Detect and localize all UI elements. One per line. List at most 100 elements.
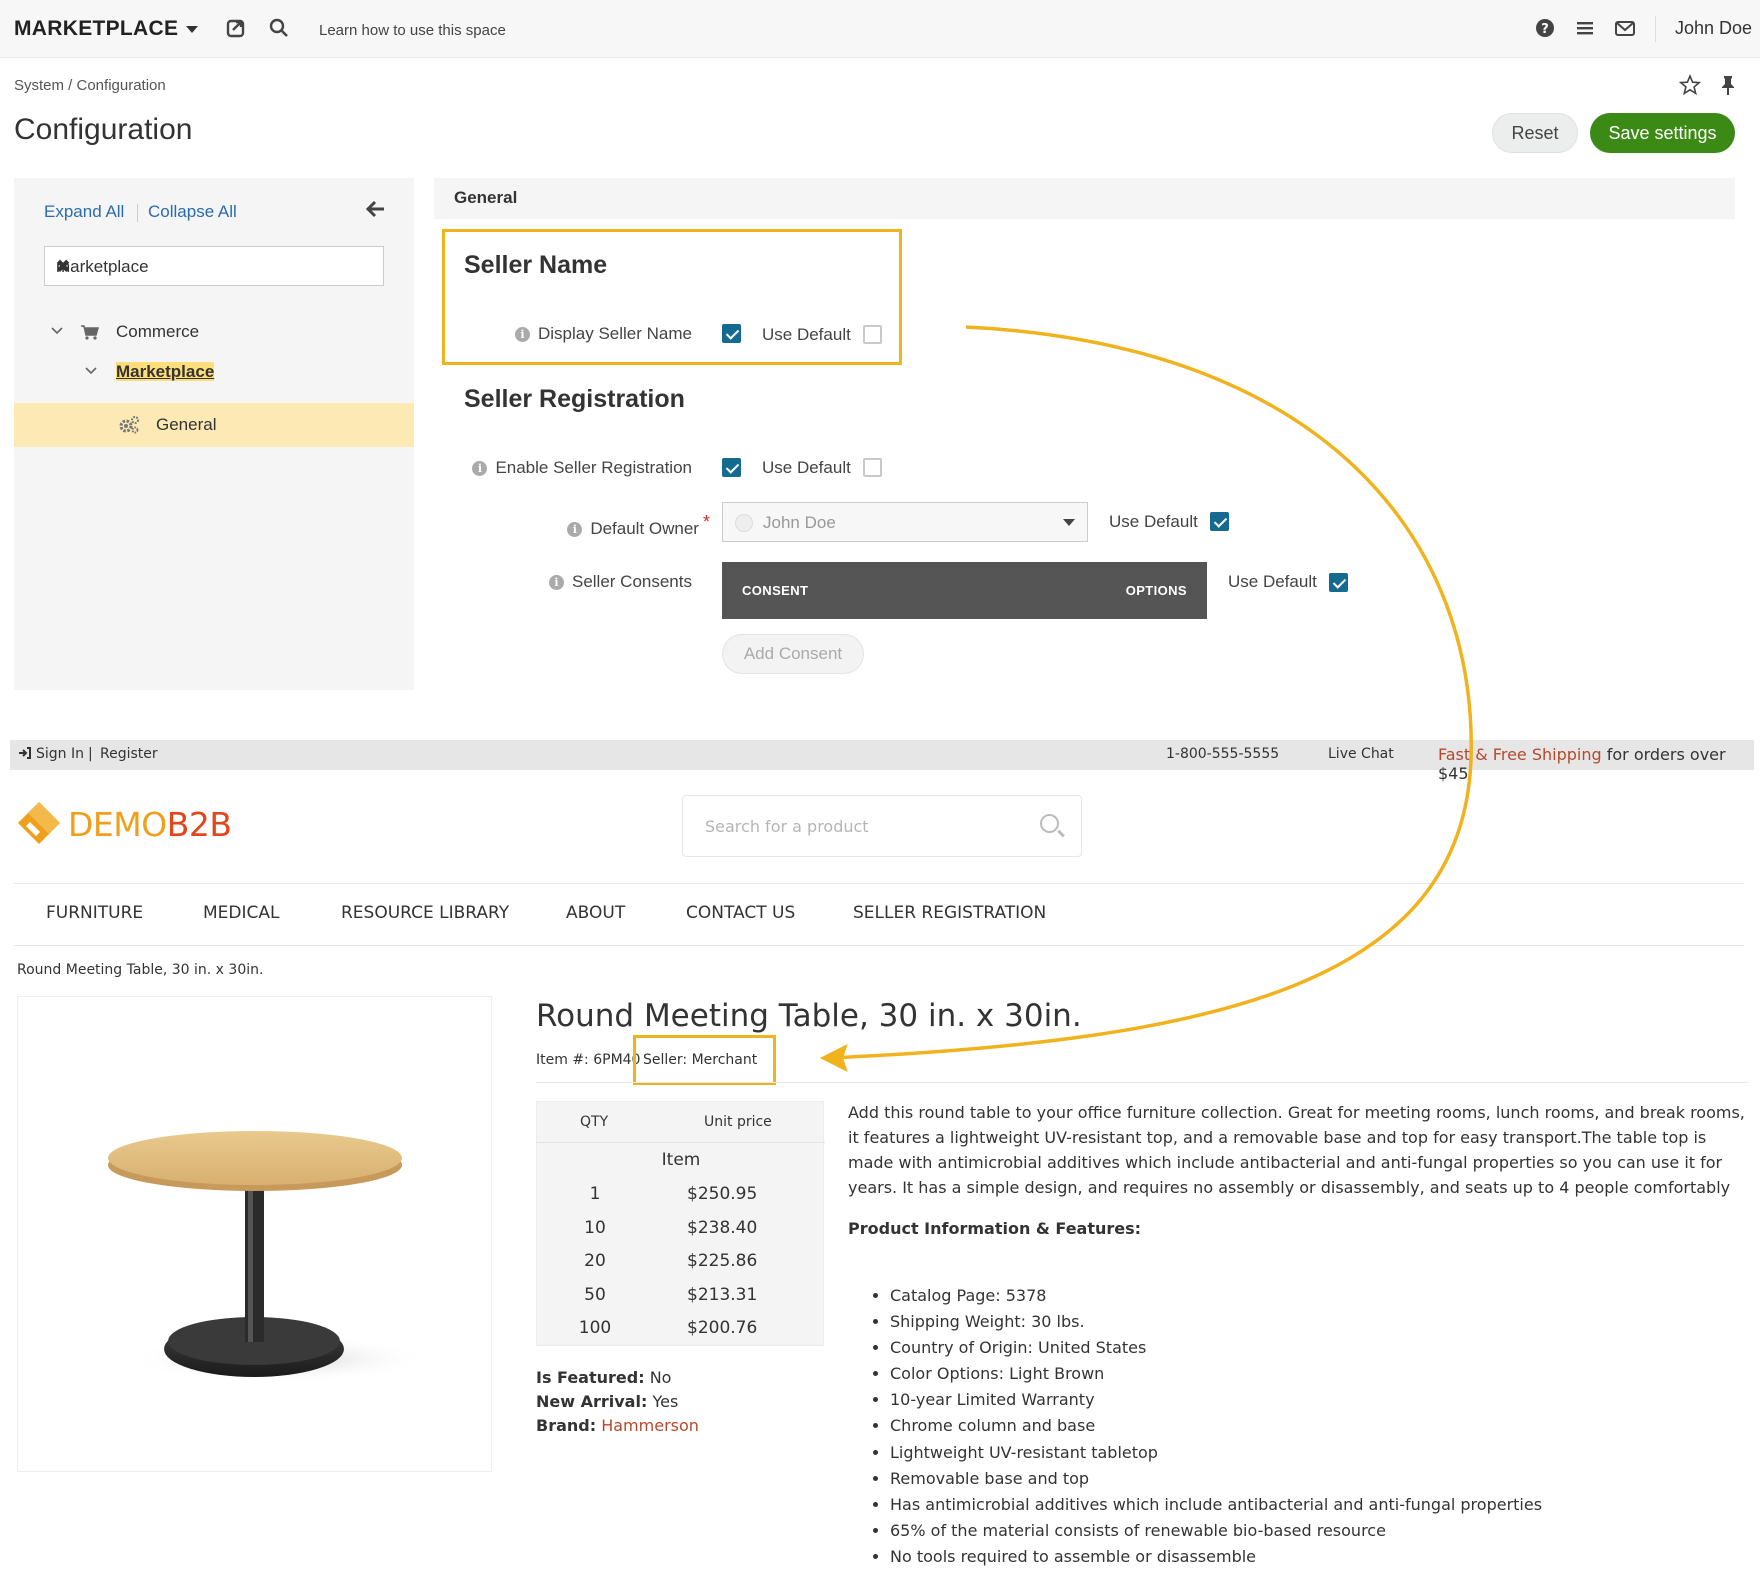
nav-item-contact-us[interactable]: CONTACT US	[686, 903, 795, 923]
external-link-icon[interactable]	[226, 18, 246, 44]
use-default-label: Use Default	[1228, 572, 1317, 591]
use-default-checkbox[interactable]	[1210, 512, 1229, 531]
help-link[interactable]: Learn how to use this space	[319, 22, 506, 39]
add-consent-button[interactable]: Add Consent	[722, 634, 864, 674]
use-default-checkbox[interactable]	[863, 458, 882, 477]
nav-item-about[interactable]: ABOUT	[566, 903, 625, 923]
list-item: Shipping Weight: 30 lbs.	[890, 1309, 1542, 1335]
label-text: Display Seller Name	[538, 324, 692, 343]
user-menu[interactable]: John Doe	[1675, 18, 1752, 39]
price-value: $200.76	[687, 1318, 758, 1338]
list-item: Country of Origin: United States	[890, 1335, 1542, 1361]
logo-icon[interactable]	[16, 800, 62, 850]
price-qty: 10	[584, 1217, 606, 1238]
star-icon[interactable]	[1678, 73, 1702, 101]
phone-number: 1-800-555-5555	[1166, 746, 1280, 762]
product-search-input[interactable]: Search for a product	[682, 795, 1082, 857]
breadcrumb: System / Configuration	[14, 77, 166, 94]
product-description: Add this round table to your office furn…	[848, 1103, 1745, 1197]
item-number: Item #: 6PM40	[536, 1052, 641, 1068]
price-value: $225.86	[687, 1251, 758, 1271]
search-icon[interactable]	[1040, 814, 1059, 833]
nav-item-resource-library[interactable]: RESOURCE LIBRARY	[341, 903, 509, 923]
pin-icon[interactable]	[1719, 74, 1737, 101]
close-icon[interactable]: ✖	[56, 257, 373, 277]
price-value: $238.40	[687, 1217, 758, 1238]
attr-value: No	[644, 1368, 672, 1387]
product-image[interactable]	[17, 996, 492, 1472]
app-switcher[interactable]: MARKETPLACE	[14, 17, 199, 41]
chevron-down-icon[interactable]	[50, 324, 64, 343]
attr-label: New Arrival:	[536, 1392, 648, 1411]
price-qty: 1	[589, 1184, 601, 1204]
price-row: 10 $238.40	[537, 1218, 825, 1251]
reset-button[interactable]: Reset	[1492, 113, 1578, 153]
mail-icon[interactable]	[1614, 18, 1636, 44]
select-value: John Doe	[763, 513, 836, 532]
enable-seller-registration-checkbox[interactable]	[722, 458, 741, 477]
required-marker: *	[702, 512, 710, 532]
price-value: $250.95	[687, 1184, 758, 1204]
features-title: Product Information & Features:	[848, 1219, 1142, 1238]
cart-icon	[80, 324, 100, 345]
info-icon: i	[548, 575, 564, 590]
seller-name: Seller: Merchant	[643, 1052, 758, 1068]
divider	[14, 945, 1744, 946]
divider: |	[88, 746, 93, 762]
list-item: Lightweight UV-resistant tabletop	[890, 1440, 1542, 1466]
unit-label: Item	[661, 1150, 701, 1170]
save-settings-button[interactable]: Save settings	[1590, 113, 1735, 153]
chevron-down-icon[interactable]	[84, 364, 98, 383]
tree-item-general[interactable]: General	[14, 403, 414, 447]
use-default-checkbox[interactable]	[1329, 573, 1348, 592]
search-icon[interactable]	[269, 18, 289, 44]
menu-icon[interactable]	[1575, 18, 1595, 44]
label-text: Default Owner	[590, 519, 699, 538]
tree-item-marketplace[interactable]: Marketplace	[116, 362, 215, 382]
info-icon: i	[567, 522, 583, 537]
round-table-image	[108, 1131, 428, 1383]
page-title: Configuration	[14, 113, 193, 146]
section-header: General	[434, 178, 1735, 219]
field-label-enable-seller-registration: i Enable Seller Registration	[440, 458, 692, 478]
default-owner-select[interactable]: John Doe	[722, 502, 1088, 542]
column-header-options: OPTIONS	[1125, 583, 1187, 598]
sign-in-link[interactable]: Sign In	[36, 746, 84, 762]
divider	[537, 1142, 825, 1143]
list-item: Color Options: Light Brown	[890, 1361, 1542, 1387]
live-chat-link[interactable]: Live Chat	[1328, 746, 1394, 762]
field-label-default-owner: i Default Owner *	[440, 512, 710, 539]
list-item: 10-year Limited Warranty	[890, 1387, 1542, 1413]
price-value: $213.31	[687, 1284, 758, 1305]
nav-item-seller-registration[interactable]: SELLER REGISTRATION	[853, 903, 1046, 923]
tree-item-commerce[interactable]: Commerce	[116, 322, 199, 342]
label-text: Seller Consents	[571, 572, 692, 591]
column-header-consent: CONSENT	[742, 583, 809, 598]
brand-link[interactable]: Hammerson	[596, 1416, 699, 1435]
divider	[536, 1082, 1748, 1083]
attr-value: Yes	[647, 1392, 679, 1411]
tree-search-input[interactable]: marketplace ✖	[44, 246, 384, 286]
tree-item-label: Marketplace	[116, 362, 215, 381]
use-default-checkbox[interactable]	[863, 325, 882, 344]
register-link[interactable]: Register	[100, 746, 158, 762]
help-icon[interactable]: ?	[1535, 18, 1555, 44]
gears-icon	[118, 415, 140, 440]
price-row: 20 $225.86	[537, 1251, 825, 1284]
attr-is-featured: Is Featured: No	[536, 1366, 699, 1390]
display-seller-name-checkbox[interactable]	[722, 324, 741, 343]
avatar	[735, 514, 753, 532]
column-header-unit-price: Unit price	[704, 1114, 772, 1130]
field-label-display-seller-name: i Display Seller Name	[440, 324, 692, 344]
arrow-left-icon[interactable]	[364, 198, 386, 226]
divider	[14, 883, 1744, 884]
logo[interactable]: DEMOB2B	[68, 805, 232, 844]
list-item: 65% of the material consists of renewabl…	[890, 1518, 1542, 1544]
chevron-down-icon	[186, 25, 199, 33]
product-attributes: Is Featured: No New Arrival: Yes Brand: …	[536, 1366, 699, 1438]
nav-item-medical[interactable]: MEDICAL	[203, 903, 279, 923]
collapse-all-link[interactable]: Collapse All	[148, 202, 237, 222]
expand-all-link[interactable]: Expand All	[44, 202, 124, 222]
nav-item-furniture[interactable]: FURNITURE	[46, 903, 143, 923]
logo-text-b2b: B2B	[166, 805, 232, 844]
